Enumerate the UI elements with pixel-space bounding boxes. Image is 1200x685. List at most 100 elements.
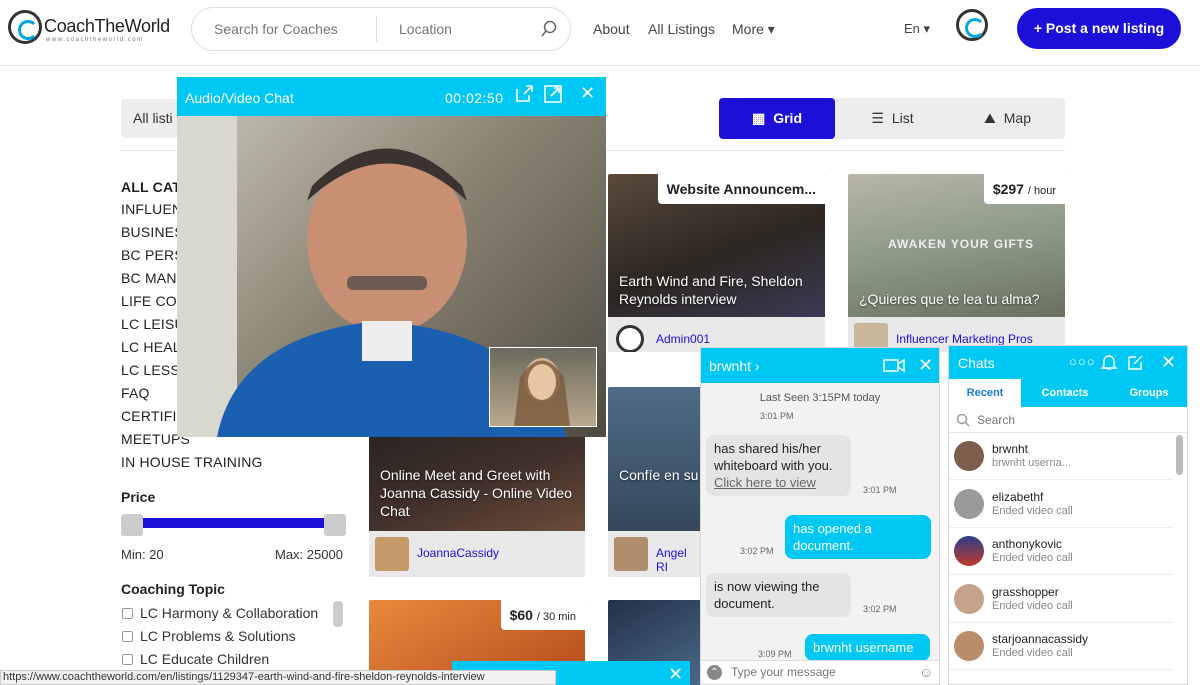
contact-name: brwnht	[992, 442, 1029, 456]
avatar	[954, 536, 984, 566]
message-bubble: is now viewing the document.	[706, 573, 851, 617]
owner-name[interactable]: Influencer Marketing Pros	[896, 332, 1033, 346]
close-icon[interactable]: ✕	[1161, 353, 1176, 371]
contact-row[interactable]: starjoannacassidy Ended video call	[949, 623, 1173, 670]
owner-avatar[interactable]	[614, 537, 648, 571]
chat-window: brwnht › ✕ Last Seen 3:15PM today 3:01 P…	[700, 347, 940, 685]
price-max-handle[interactable]	[324, 514, 346, 536]
video-call-icon[interactable]	[883, 358, 905, 373]
owner-name[interactable]: Angel RI	[656, 546, 702, 574]
topic-scrollbar[interactable]	[333, 601, 343, 627]
contact-name: elizabethf	[992, 490, 1044, 504]
search-icon	[956, 413, 970, 427]
tab-recent[interactable]: Recent	[949, 379, 1021, 407]
category-all[interactable]: ALL CATI	[121, 179, 185, 195]
listing-card[interactable]: AWAKEN YOUR GIFTS $297 / hour ¿Quieres q…	[848, 174, 1065, 352]
view-whiteboard-link[interactable]: Click here to view	[714, 475, 816, 490]
owner-name[interactable]: JoannaCassidy	[417, 546, 499, 560]
list-label: List	[891, 110, 914, 126]
category-item[interactable]: FAQ	[121, 385, 150, 401]
tab-contacts[interactable]: Contacts	[1021, 379, 1109, 407]
contact-row[interactable]: grasshopper Ended video call	[949, 576, 1173, 623]
chat-input-bar: ⌃ ☺	[701, 660, 939, 684]
list-icon: ☰	[871, 110, 884, 126]
topic-checkbox[interactable]: LC Educate Children	[122, 651, 269, 667]
listing-image[interactable]	[608, 387, 702, 531]
topic-checkbox[interactable]: LC Harmony & Collaboration	[122, 605, 318, 621]
price-min-handle[interactable]	[121, 514, 143, 536]
message-input[interactable]	[731, 665, 911, 679]
avatar	[954, 631, 984, 661]
topic-label: LC Problems & Solutions	[140, 628, 296, 644]
price-heading: Price	[121, 489, 156, 505]
map-view-button[interactable]: ⛰ Map	[950, 98, 1065, 139]
message-bubble: has opened a document.	[785, 515, 931, 559]
category-item[interactable]: INFLUEN	[121, 201, 182, 217]
checkbox-icon[interactable]	[122, 631, 133, 642]
self-silhouette	[514, 358, 570, 426]
chat-contact-name[interactable]: brwnht ›	[709, 358, 760, 374]
close-icon[interactable]: ✕	[668, 665, 683, 683]
notification-bell-icon[interactable]	[1100, 353, 1118, 371]
checkbox-icon[interactable]	[122, 608, 133, 619]
checkbox-icon[interactable]	[122, 654, 133, 665]
contact-status: Ended video call	[992, 647, 1073, 659]
compose-icon[interactable]	[1126, 353, 1144, 371]
expand-icon[interactable]: ⌃	[707, 665, 722, 680]
nav-more[interactable]: More ▾	[732, 21, 775, 38]
message-text: has opened a document.	[793, 521, 872, 553]
contact-name: grasshopper	[992, 585, 1059, 599]
contact-row[interactable]: brwnht brwnht userna...	[949, 433, 1173, 480]
contact-row[interactable]: anthonykovic Ended video call	[949, 528, 1173, 575]
category-item[interactable]: LC LEISU	[121, 316, 185, 332]
more-options-icon[interactable]: ○○○	[1069, 354, 1096, 369]
post-listing-button[interactable]: + Post a new listing	[1017, 8, 1181, 49]
owner-avatar[interactable]	[616, 325, 644, 352]
list-view-button[interactable]: ☰ List	[835, 98, 950, 139]
chats-search-input[interactable]	[977, 413, 1157, 427]
listing-card[interactable]: Website Announcem... Earth Wind and Fire…	[608, 174, 825, 352]
search-icon[interactable]	[540, 20, 558, 38]
message-time: 3:02 PM	[740, 546, 774, 556]
grid-icon: ▦	[751, 110, 766, 126]
chat-messages[interactable]: Last Seen 3:15PM today 3:01 PM has share…	[701, 383, 939, 662]
chats-scrollbar[interactable]	[1176, 435, 1183, 475]
owner-avatar[interactable]	[375, 537, 409, 571]
brand-icon[interactable]	[956, 9, 988, 41]
fullscreen-icon[interactable]	[543, 84, 563, 104]
emoji-icon[interactable]: ☺	[919, 664, 933, 680]
avatar	[954, 489, 984, 519]
contact-row[interactable]: elizabethf Ended video call	[949, 481, 1173, 528]
close-icon[interactable]: ✕	[918, 356, 933, 374]
price-value: $60	[509, 607, 533, 623]
category-item[interactable]: BC PERS	[121, 247, 184, 263]
self-video-preview[interactable]	[489, 347, 597, 427]
topic-label: LC Harmony & Collaboration	[140, 605, 319, 621]
language-selector[interactable]: En ▾	[904, 21, 930, 37]
tab-groups[interactable]: Groups	[1109, 379, 1189, 407]
grid-view-button[interactable]: ▦ Grid	[719, 98, 835, 139]
popout-icon[interactable]	[514, 84, 534, 104]
listing-card[interactable]: Confíe en su ingrese a la e internaciona…	[608, 387, 702, 577]
image-overlay-text: AWAKEN YOUR GIFTS	[888, 237, 1035, 251]
owner-name[interactable]: Admin001	[656, 332, 710, 346]
chats-panel: Chats ○○○ ✕ Recent Contacts Groups brwnh…	[948, 345, 1188, 685]
topic-checkbox[interactable]: LC Problems & Solutions	[122, 628, 296, 644]
category-item[interactable]: BUSINES	[121, 224, 184, 240]
card-footer: Angel RI	[608, 531, 702, 577]
listing-caption: Earth Wind and Fire, Sheldon Reynolds in…	[619, 273, 803, 307]
price-badge: $297 / hour	[983, 174, 1065, 204]
site-logo[interactable]: CoachTheWorld www.coachtheworld.com	[8, 10, 176, 50]
coaching-topic-heading: Coaching Topic	[121, 581, 225, 597]
coach-search-input[interactable]	[214, 21, 364, 37]
video-chat-title: Audio/Video Chat	[185, 90, 294, 106]
category-item[interactable]: IN HOUSE TRAINING	[121, 454, 263, 470]
map-icon: ⛰	[984, 110, 996, 126]
price-unit: / 30 min	[536, 611, 576, 623]
close-icon[interactable]: ✕	[580, 84, 595, 102]
nav-all-listings[interactable]: All Listings	[648, 21, 715, 37]
price-slider-track[interactable]	[121, 518, 346, 528]
nav-about[interactable]: About	[593, 21, 630, 37]
location-input[interactable]	[399, 21, 529, 37]
message-text: has shared his/her whiteboard with you.	[714, 441, 833, 473]
